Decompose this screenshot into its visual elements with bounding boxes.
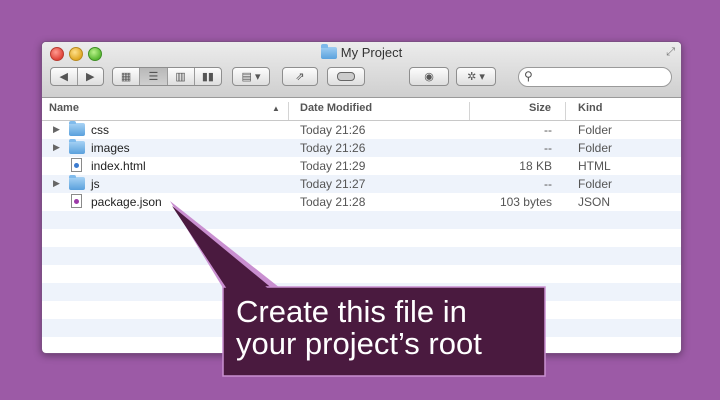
callout-line-1: Create this file in — [236, 294, 467, 329]
callout-line-2: your project’s root — [236, 326, 482, 361]
callout-text: Create this file in your project’s root — [236, 296, 536, 360]
